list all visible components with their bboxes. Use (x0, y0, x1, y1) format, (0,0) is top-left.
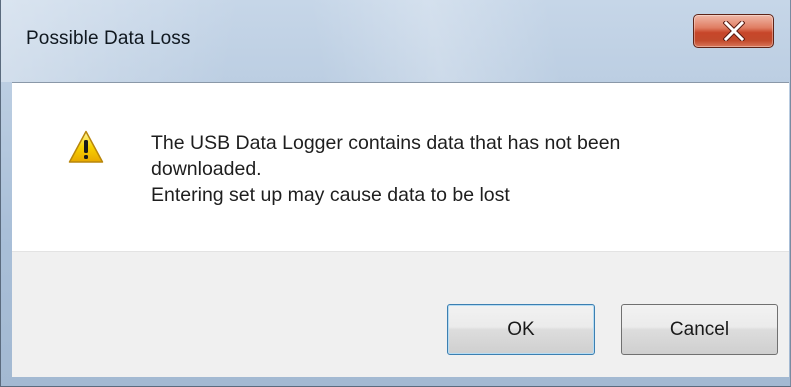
warning-icon (68, 130, 104, 163)
message-line: The USB Data Logger contains data that h… (151, 132, 621, 154)
cancel-button[interactable]: Cancel (621, 304, 778, 355)
window-title: Possible Data Loss (26, 28, 191, 49)
message-line: Entering set up may cause data to be los… (151, 184, 510, 206)
dialog-message: The USB Data Logger contains data that h… (151, 130, 771, 208)
close-x-icon (722, 21, 745, 41)
title-bar[interactable]: Possible Data Loss (1, 0, 790, 82)
dialog-window: Possible Data Loss The USB Data Logger c… (0, 0, 791, 387)
dialog-content: The USB Data Logger contains data that h… (12, 82, 789, 252)
ok-button[interactable]: OK (447, 304, 595, 355)
close-button[interactable] (693, 14, 774, 48)
message-line: downloaded. (151, 158, 262, 180)
dialog-button-bar: OK Cancel (12, 251, 789, 377)
